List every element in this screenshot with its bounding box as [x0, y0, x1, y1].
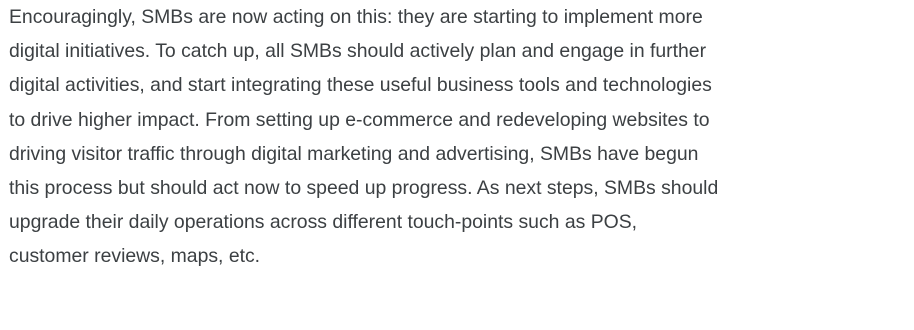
paragraph-line: this process but should act now to speed…	[9, 176, 719, 199]
paragraph-line: customer reviews, maps, etc.	[9, 245, 261, 268]
paragraph-line: driving visitor traffic through digital …	[9, 142, 699, 165]
paragraph-line: Encouragingly, SMBs are now acting on th…	[9, 6, 703, 28]
paragraph-line: digital initiatives. To catch up, all SM…	[9, 40, 707, 63]
body-paragraph: Encouragingly, SMBs are now acting on th…	[9, 0, 909, 274]
paragraph-line: upgrade their daily operations across di…	[9, 211, 638, 234]
paragraph-line: to drive higher impact. From setting up …	[9, 108, 710, 131]
paragraph-line: digital activities, and start integratin…	[9, 74, 712, 97]
